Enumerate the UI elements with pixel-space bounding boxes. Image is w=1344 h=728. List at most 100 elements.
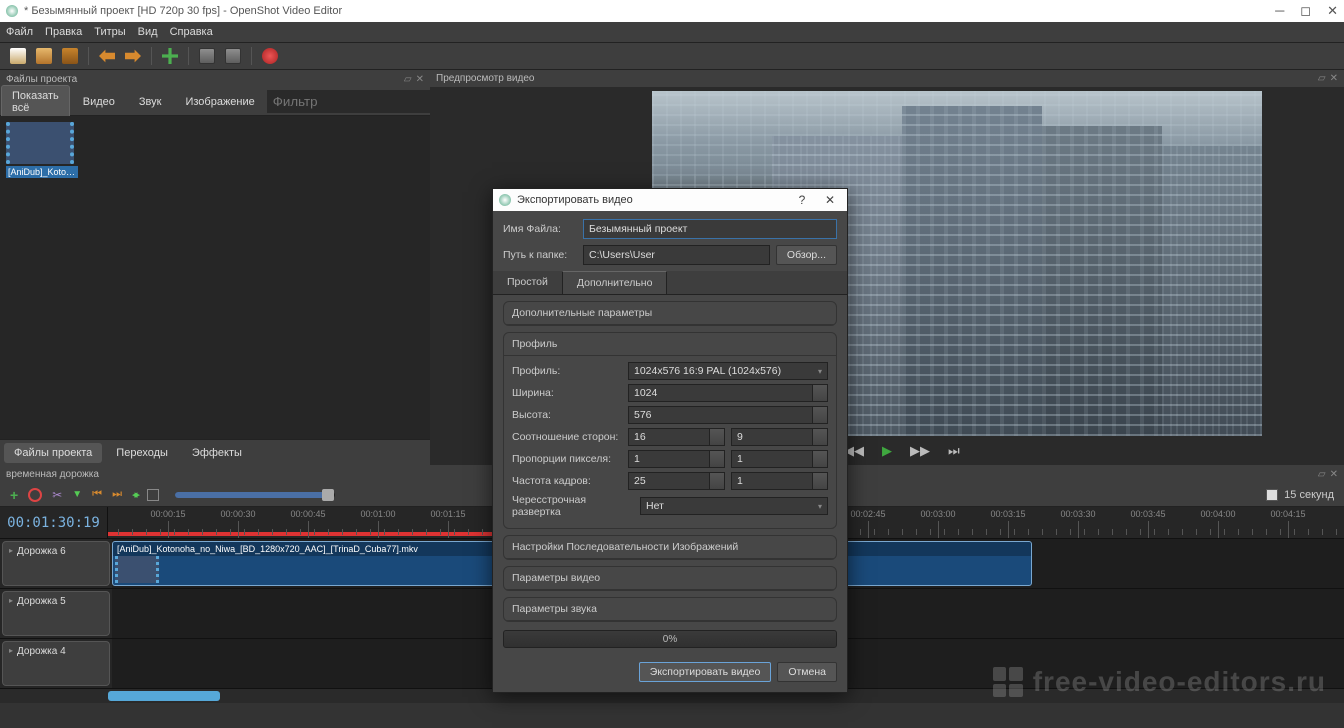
- close-panel-icon[interactable]: ✕: [416, 74, 424, 85]
- width-spinbox[interactable]: 1024▲▼: [628, 384, 828, 402]
- toolbar-separator: [151, 47, 152, 65]
- menu-file[interactable]: Файл: [6, 26, 33, 38]
- filter-input[interactable]: [267, 90, 456, 113]
- track-label: Дорожка 6: [17, 546, 66, 557]
- zoom-lock-icon[interactable]: [147, 489, 159, 501]
- export-progress: 0%: [503, 630, 837, 648]
- filter-tab-audio[interactable]: Звук: [128, 91, 173, 113]
- new-project-icon[interactable]: [10, 48, 26, 64]
- par-label: Пропорции пикселя:: [512, 453, 622, 465]
- panel-label: временная дорожка: [6, 469, 99, 480]
- menu-titles[interactable]: Титры: [94, 26, 125, 38]
- minimize-button[interactable]: ─: [1275, 3, 1284, 19]
- zoom-checkbox[interactable]: [1266, 489, 1278, 501]
- height-label: Высота:: [512, 409, 622, 421]
- track-label: Дорожка 4: [17, 646, 66, 657]
- width-label: Ширина:: [512, 387, 622, 399]
- timecode-display[interactable]: 00:01:30:19: [0, 507, 108, 538]
- undock-icon[interactable]: ▱: [404, 74, 412, 85]
- tab-project-files[interactable]: Файлы проекта: [4, 443, 102, 463]
- snap-icon[interactable]: [28, 488, 42, 502]
- undo-icon[interactable]: [99, 48, 115, 64]
- fullscreen-icon[interactable]: [225, 48, 241, 64]
- ruler-label: 00:01:15: [430, 509, 465, 519]
- profile-label: Профиль:: [512, 365, 622, 377]
- path-label: Путь к папке:: [503, 249, 577, 261]
- window-title: * Безымянный проект [HD 720p 30 fps] - O…: [24, 5, 342, 17]
- aspect-num-spinbox[interactable]: 16▲▼: [628, 428, 725, 446]
- tab-effects[interactable]: Эффекты: [182, 443, 252, 463]
- dialog-titlebar[interactable]: Экспортировать видео ? ✕: [493, 189, 847, 211]
- next-marker-icon[interactable]: ⏭: [112, 488, 122, 501]
- par-num-spinbox[interactable]: 1▲▼: [628, 450, 725, 468]
- jump-end-icon[interactable]: ⏭: [948, 443, 960, 459]
- file-label: [AniDub]_Koton...: [6, 166, 78, 178]
- profile-combobox[interactable]: 1024x576 16:9 PAL (1024x576): [628, 362, 828, 380]
- tab-advanced[interactable]: Дополнительно: [562, 271, 668, 294]
- interlace-combobox[interactable]: Нет: [640, 497, 828, 515]
- close-panel-icon[interactable]: ✕: [1330, 469, 1338, 480]
- save-project-icon[interactable]: [62, 48, 78, 64]
- close-button[interactable]: ✕: [1327, 3, 1338, 19]
- path-input[interactable]: [583, 245, 770, 265]
- menu-edit[interactable]: Правка: [45, 26, 82, 38]
- zoom-slider[interactable]: [175, 492, 335, 498]
- panel-label: Предпросмотр видео: [436, 73, 534, 84]
- filter-tab-image[interactable]: Изображение: [174, 91, 265, 113]
- project-file-item[interactable]: [AniDub]_Koton...: [6, 122, 78, 178]
- menu-view[interactable]: Вид: [138, 26, 158, 38]
- browse-button[interactable]: Обзор...: [776, 245, 837, 265]
- add-track-icon[interactable]: +: [10, 487, 18, 503]
- marker-add-icon[interactable]: ▼: [72, 489, 82, 500]
- filter-tab-all[interactable]: Показать всё: [1, 85, 70, 119]
- aspect-den-spinbox[interactable]: 9▲▼: [731, 428, 828, 446]
- toolbar-separator: [88, 47, 89, 65]
- dialog-close-button[interactable]: ✕: [819, 193, 841, 207]
- ruler-label: 00:03:00: [920, 509, 955, 519]
- section-extra-params[interactable]: Дополнительные параметры: [504, 302, 836, 325]
- spin-value: 25: [634, 475, 646, 487]
- track-label: Дорожка 5: [17, 596, 66, 607]
- undock-icon[interactable]: ▱: [1318, 469, 1326, 480]
- open-project-icon[interactable]: [36, 48, 52, 64]
- track-header-6[interactable]: Дорожка 6: [2, 541, 110, 586]
- track-header-4[interactable]: Дорожка 4: [2, 641, 110, 686]
- spin-value: 9: [737, 431, 743, 443]
- export-icon[interactable]: [262, 48, 278, 64]
- combo-value: 1024x576 16:9 PAL (1024x576): [634, 365, 781, 377]
- tab-simple[interactable]: Простой: [493, 271, 562, 294]
- filter-tab-video[interactable]: Видео: [72, 91, 126, 113]
- file-thumbnail: [6, 122, 74, 164]
- dialog-help-button[interactable]: ?: [791, 193, 813, 207]
- project-files-area[interactable]: [AniDub]_Koton...: [0, 116, 430, 439]
- close-panel-icon[interactable]: ✕: [1330, 73, 1338, 84]
- section-audio-params[interactable]: Параметры звука: [504, 598, 836, 621]
- maximize-button[interactable]: ◻: [1300, 3, 1311, 19]
- section-image-sequence[interactable]: Настройки Последовательности Изображений: [504, 536, 836, 559]
- menu-help[interactable]: Справка: [170, 26, 213, 38]
- import-files-icon[interactable]: [162, 48, 178, 64]
- fps-den-spinbox[interactable]: 1▲▼: [731, 472, 828, 490]
- cancel-button[interactable]: Отмена: [777, 662, 837, 682]
- tab-transitions[interactable]: Переходы: [106, 443, 178, 463]
- redo-icon[interactable]: [125, 48, 141, 64]
- section-profile-header[interactable]: Профиль: [504, 333, 836, 356]
- section-video-params[interactable]: Параметры видео: [504, 567, 836, 590]
- forward-icon[interactable]: ▶▶: [910, 443, 930, 459]
- clip-thumbnail: [115, 556, 159, 583]
- height-spinbox[interactable]: 576▲▼: [628, 406, 828, 424]
- main-toolbar: [0, 42, 1344, 70]
- center-playhead-icon[interactable]: ◂▸: [132, 488, 137, 501]
- undock-icon[interactable]: ▱: [1318, 73, 1326, 84]
- fps-label: Частота кадров:: [512, 475, 622, 487]
- play-icon[interactable]: ▶: [882, 443, 892, 459]
- prev-marker-icon[interactable]: ⏮: [92, 488, 102, 501]
- fps-num-spinbox[interactable]: 25▲▼: [628, 472, 725, 490]
- razor-icon[interactable]: ✂: [52, 488, 62, 502]
- par-den-spinbox[interactable]: 1▲▼: [731, 450, 828, 468]
- spin-value: 1: [634, 453, 640, 465]
- filename-input[interactable]: [583, 219, 837, 239]
- export-button[interactable]: Экспортировать видео: [639, 662, 772, 682]
- track-header-5[interactable]: Дорожка 5: [2, 591, 110, 636]
- profile-icon[interactable]: [199, 48, 215, 64]
